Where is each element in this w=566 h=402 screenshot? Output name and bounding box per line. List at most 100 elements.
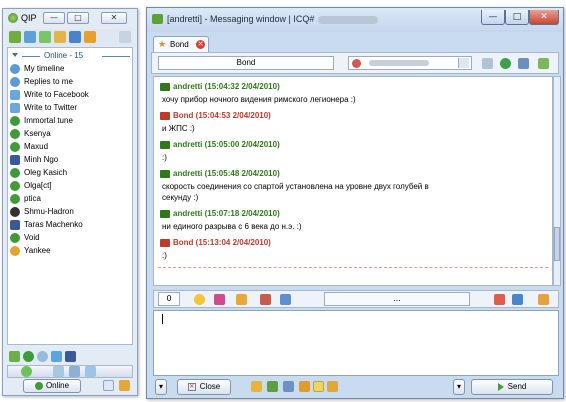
history-scrollbar[interactable] — [553, 76, 561, 286]
account-select[interactable] — [348, 56, 472, 70]
tab-bond[interactable]: ★ Bond ✕ — [153, 36, 209, 52]
picture-icon[interactable] — [283, 381, 294, 392]
messaging-title: [andretti] - Messaging window | ICQ# — [167, 14, 379, 24]
message-text: и ЖПС :) — [162, 124, 195, 133]
contact-row[interactable]: Write to Facebook — [10, 89, 132, 101]
send-options-dropdown[interactable]: ▾ — [453, 379, 465, 395]
layout-icon[interactable] — [538, 294, 549, 305]
star-icon: ★ — [158, 40, 167, 50]
calendar-icon[interactable] — [69, 31, 81, 43]
globe-icon[interactable] — [500, 58, 511, 69]
search-icon[interactable] — [85, 366, 96, 377]
contact-row[interactable]: Olga[ct] — [10, 180, 132, 192]
vcard-icon[interactable] — [518, 58, 529, 69]
sender-icon — [160, 238, 170, 247]
group-header[interactable]: Online - 15 — [10, 50, 132, 62]
facebook-icon — [10, 155, 20, 165]
nick-field[interactable]: Bond — [158, 56, 334, 70]
spellcheck-icon[interactable] — [512, 294, 523, 305]
close-label: Close — [199, 382, 221, 391]
message-sender: andretti — [173, 209, 203, 218]
template-icon[interactable] — [260, 294, 271, 305]
flower-icon — [10, 129, 20, 139]
status-icon[interactable] — [84, 31, 96, 43]
close-button[interactable]: ✕ — [101, 12, 127, 24]
contact-list-titlebar[interactable]: QIP — □ ✕ — [3, 9, 137, 27]
scroll-right-icon[interactable] — [119, 31, 131, 43]
contact-row[interactable]: Immortal tune — [10, 115, 132, 127]
flower-icon[interactable] — [23, 351, 34, 362]
history-icon[interactable] — [313, 381, 324, 392]
archive-icon[interactable] — [327, 381, 338, 392]
contact-row[interactable]: Taras Machenko — [10, 219, 132, 231]
history-log-icon[interactable] — [538, 58, 549, 69]
contact-row[interactable]: Minh Ngo — [10, 154, 132, 166]
messaging-titlebar[interactable]: [andretti] - Messaging window | ICQ# — □… — [147, 8, 563, 32]
contact-icon — [10, 77, 20, 87]
facebook-icon[interactable] — [65, 351, 76, 362]
history-icon[interactable] — [24, 31, 36, 43]
contact-row[interactable]: Void — [10, 232, 132, 244]
contact-row[interactable]: Replies to me — [10, 76, 132, 88]
contact-row[interactable]: My timeline — [10, 63, 132, 75]
contact-row[interactable]: Oleg Kasich — [10, 167, 132, 179]
help-icon[interactable] — [103, 380, 114, 391]
qip-menu-icon[interactable] — [9, 351, 20, 362]
send-file-icon[interactable] — [236, 294, 247, 305]
send-button[interactable]: Send — [471, 379, 553, 395]
options-dropdown[interactable]: ▾ — [155, 379, 167, 395]
contacts-icon[interactable] — [267, 381, 278, 392]
contact-row[interactable]: Yankee — [10, 245, 132, 257]
note-icon — [10, 103, 20, 113]
screenshot-icon[interactable] — [280, 294, 291, 305]
settings-icon[interactable] — [69, 366, 80, 377]
back-forward-icon[interactable] — [21, 366, 32, 377]
minimize-button[interactable]: — — [43, 12, 65, 24]
sender-icon — [160, 209, 170, 218]
add-contact-icon[interactable] — [39, 31, 51, 43]
twitter-icon[interactable] — [51, 351, 62, 362]
message-input[interactable] — [153, 310, 559, 376]
contact-row[interactable]: Maxud — [10, 141, 132, 153]
maximize-button[interactable]: □ — [67, 12, 89, 24]
status-flower-icon — [34, 381, 43, 390]
minimize-button[interactable]: — — [481, 10, 505, 25]
contacts-icon[interactable] — [9, 31, 21, 43]
ellipsis-button[interactable]: ... — [324, 292, 470, 306]
contact-list-window: QIP — □ ✕ Online - 15 My timeline Replies… — [2, 8, 138, 396]
wizard-icon[interactable] — [251, 381, 262, 392]
contact-name: ptica — [24, 194, 41, 203]
user-icon[interactable] — [119, 380, 130, 391]
flower-icon — [10, 233, 20, 243]
contact-row[interactable]: Write to Twitter — [10, 102, 132, 114]
contact-icon — [10, 64, 20, 74]
flower-icon — [10, 116, 20, 126]
status-label: Online — [45, 381, 70, 390]
maximize-button[interactable]: □ — [505, 10, 529, 25]
translit-icon[interactable] — [494, 294, 505, 305]
contact-name: Write to Twitter — [24, 103, 78, 112]
smiley-icon[interactable] — [194, 294, 205, 305]
contact-name: My timeline — [24, 64, 65, 73]
status-button[interactable]: Online — [23, 379, 81, 393]
folders-icon[interactable] — [54, 31, 66, 43]
char-counter: 0 — [158, 292, 180, 306]
contact-row[interactable]: Shmu-Hadron — [10, 206, 132, 218]
contact-name: Write to Facebook — [24, 90, 89, 99]
message-header: Bond (15:13:04 2/04/2010) — [160, 237, 271, 249]
tab-label: Bond — [170, 40, 189, 49]
pen-icon[interactable] — [214, 294, 225, 305]
chat-icon[interactable] — [37, 351, 48, 362]
message-timestamp: (15:13:04 2/04/2010) — [195, 238, 271, 247]
contact-row[interactable]: ptica — [10, 193, 132, 205]
contact-row[interactable]: Ksenya — [10, 128, 132, 140]
messaging-window: [andretti] - Messaging window | ICQ# — □… — [146, 7, 564, 399]
glasses-icon — [10, 207, 20, 217]
status-icon[interactable] — [299, 381, 310, 392]
tab-close-icon[interactable]: ✕ — [196, 40, 205, 49]
scrollbar-thumb[interactable] — [554, 227, 560, 261]
sound-icon[interactable] — [53, 366, 64, 377]
info-icon[interactable] — [482, 58, 493, 69]
close-window-button[interactable]: ✕ — [529, 10, 559, 25]
close-button[interactable]: ✕ Close — [177, 379, 231, 395]
